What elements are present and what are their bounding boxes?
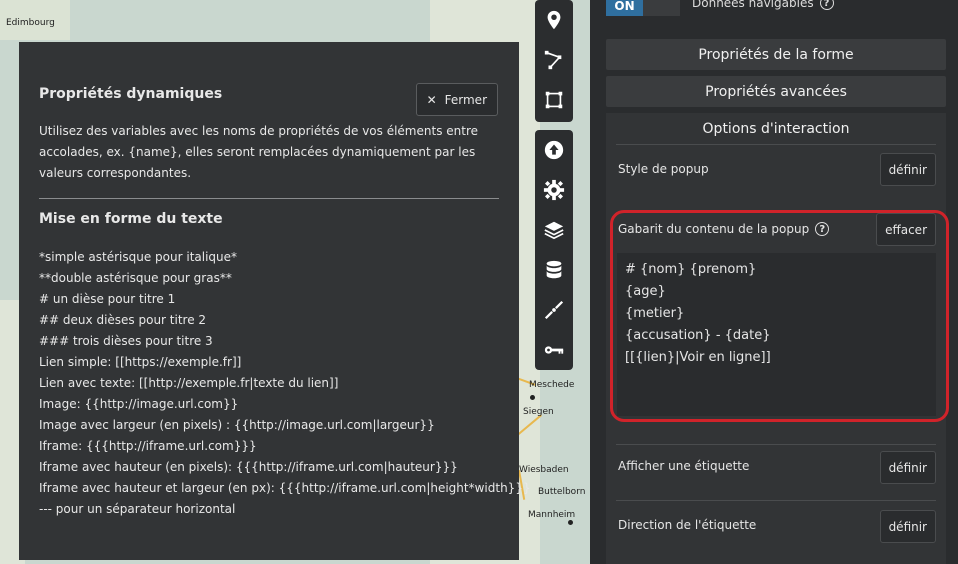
city-label: Siegen — [523, 407, 554, 417]
database-icon[interactable] — [535, 250, 573, 290]
close-label: Fermer — [444, 92, 487, 107]
city-label: Edimbourg — [6, 18, 55, 28]
city-dot — [568, 520, 573, 525]
format-rule: Image: {{http://image.url.com}} — [39, 397, 239, 411]
popup-style-define-button[interactable]: définir — [879, 153, 936, 186]
format-rule: # un dièse pour titre 1 — [39, 292, 176, 306]
format-rules-list: *simple astérisque pour italique* **doub… — [39, 247, 531, 520]
section-interaction-options[interactable]: Options d'interaction — [606, 113, 946, 144]
help-dialog: Propriétés dynamiques ✕ Fermer Utilisez … — [19, 42, 531, 560]
city-label: Mannheim — [528, 510, 576, 520]
label-direction-define-button[interactable]: définir — [879, 510, 936, 543]
key-icon[interactable] — [535, 330, 573, 370]
section-shape-properties[interactable]: Propriétés de la forme — [606, 39, 946, 70]
draw-toolbar — [535, 0, 573, 122]
polyline-icon[interactable] — [535, 40, 573, 80]
popup-style-label: Style de popup — [618, 162, 709, 176]
format-rule: ## deux dièses pour titre 2 — [39, 313, 207, 327]
format-rule: **double astérisque pour gras** — [39, 271, 232, 285]
divider — [616, 500, 936, 501]
format-rule: Lien avec texte: [[http://exemple.fr|tex… — [39, 376, 339, 390]
format-rule: Iframe: {{{http://iframe.url.com}}} — [39, 439, 257, 453]
divider — [616, 444, 936, 445]
divider — [39, 198, 499, 199]
section-advanced-properties[interactable]: Propriétés avancées — [606, 76, 946, 107]
tools-toolbar — [535, 130, 573, 370]
format-rule: ### trois dièses pour titre 3 — [39, 334, 213, 348]
split-icon[interactable] — [535, 290, 573, 330]
city-label: Wiesbaden — [519, 465, 569, 475]
show-label-label: Afficher une étiquette — [618, 459, 750, 473]
city-label: Buttelborn — [538, 487, 586, 497]
format-rule: Lien simple: [[https://exemple.fr]] — [39, 355, 242, 369]
format-rule: Iframe avec hauteur et largeur (en px): … — [39, 481, 531, 495]
clear-template-button[interactable]: effacer — [876, 213, 936, 246]
popup-template-textarea[interactable]: # {nom} {prenom} {age} {metier} {accusat… — [617, 253, 936, 416]
layers-icon[interactable] — [535, 210, 573, 250]
help-icon[interactable]: ? — [815, 222, 830, 236]
format-rule: Iframe avec hauteur (en pixels): {{{http… — [39, 460, 458, 474]
marker-icon[interactable] — [535, 0, 573, 40]
help-icon[interactable]: ? — [819, 0, 834, 10]
gear-icon[interactable] — [535, 170, 573, 210]
help-title: Propriétés dynamiques — [39, 86, 223, 102]
format-rule: --- pour un séparateur horizontal — [39, 502, 236, 516]
upload-icon[interactable] — [535, 130, 573, 170]
navigable-toggle[interactable]: ON — [606, 0, 680, 16]
close-button[interactable]: ✕ Fermer — [415, 83, 498, 116]
label-direction-label: Direction de l'étiquette — [618, 518, 757, 532]
format-rule: Image avec largeur (en pixels) : {{http:… — [39, 418, 435, 432]
polygon-icon[interactable] — [535, 80, 573, 120]
navigable-label: Données navigables ? — [692, 0, 834, 10]
template-label-text: Gabarit du contenu de la popup — [618, 222, 810, 236]
toggle-on: ON — [606, 0, 643, 16]
city-dot — [530, 395, 535, 400]
format-rule: *simple astérisque pour italique* — [39, 250, 238, 264]
navigable-text: Données navigables — [692, 0, 814, 10]
divider — [616, 144, 936, 145]
city-label: Meschede — [529, 380, 575, 390]
close-icon: ✕ — [426, 92, 437, 107]
show-label-define-button[interactable]: définir — [879, 451, 936, 484]
help-intro: Utilisez des variables avec les noms de … — [39, 124, 479, 180]
format-title: Mise en forme du texte — [39, 211, 223, 227]
template-label: Gabarit du contenu de la popup ? — [618, 222, 830, 236]
properties-panel: ON Données navigables ? Propriétés de la… — [590, 0, 958, 564]
toggle-off — [643, 0, 680, 16]
